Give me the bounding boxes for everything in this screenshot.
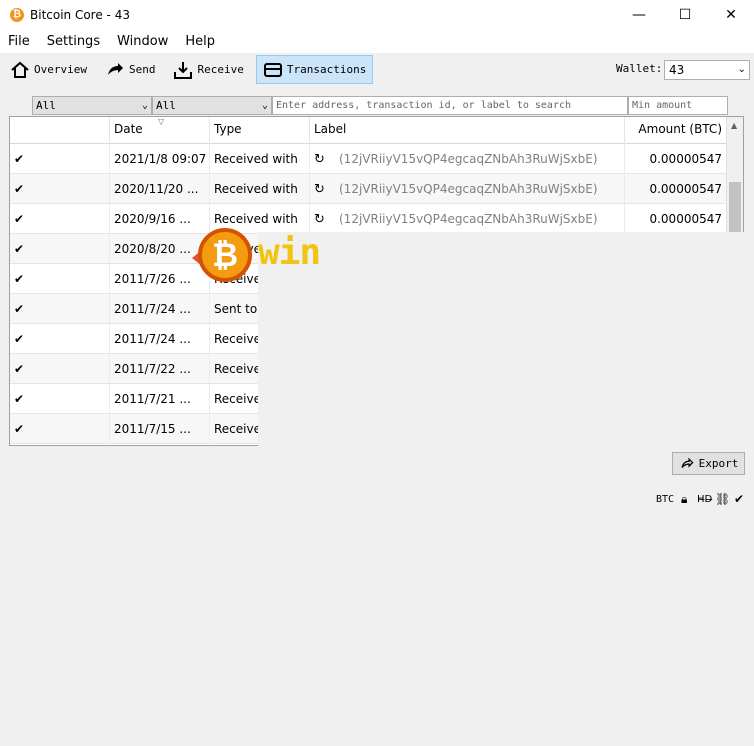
minimize-button[interactable]: —	[616, 0, 662, 29]
row-amount: 0.00000547	[649, 152, 722, 166]
menu-help[interactable]: Help	[185, 34, 215, 49]
filter-bar: All ⌄ All ⌄ Enter address, transaction i…	[0, 96, 754, 116]
menu-settings[interactable]: Settings	[47, 34, 100, 49]
export-arrow-icon	[681, 457, 694, 468]
status-check-icon: ✔	[10, 414, 110, 444]
status-check-icon: ✔	[10, 264, 110, 294]
hd-disabled-icon: H̶D̶	[697, 494, 713, 505]
status-check-icon: ✔	[10, 204, 110, 234]
status-check-icon: ✔	[10, 324, 110, 354]
watermark-coin-icon: ₿	[198, 228, 252, 282]
row-type: Received with	[210, 144, 310, 174]
row-date: 2021/1/8 09:07	[110, 144, 210, 174]
min-amount-input[interactable]: Min amount	[628, 96, 728, 115]
watermark: ₿ wallet-dat.win	[192, 224, 754, 746]
table-row[interactable]: ✔ 2021/1/8 09:07 Received with ↻ (12jVRiiyV1…	[10, 144, 726, 174]
close-button[interactable]: ✕	[708, 0, 754, 29]
menu-file[interactable]: File	[8, 34, 30, 49]
row-date: 2011/7/15 ...	[110, 414, 210, 444]
watermark-text: wallet-dat.win	[258, 232, 754, 746]
row-label: ↻(12jVRiiyV15vQP4egcaqZNbAh3RuWjSxbE)	[310, 174, 625, 204]
row-date: 2011/7/24 ...	[110, 324, 210, 354]
search-input[interactable]: Enter address, transaction id, or label …	[272, 96, 628, 115]
row-date: 2011/7/21 ...	[110, 384, 210, 414]
menu-window[interactable]: Window	[117, 34, 168, 49]
home-icon	[10, 60, 30, 80]
wallet-selector[interactable]: 43 ⌄	[664, 60, 750, 80]
receive-button[interactable]: Receive	[167, 55, 249, 84]
status-bar: BTC 🔒︎ H̶D̶ ⛓ ✔	[0, 486, 754, 514]
received-icon: ↻	[314, 152, 325, 167]
date-filter-select[interactable]: All ⌄	[32, 96, 152, 115]
title-bar: ₿ Bitcoin Core - 43 — ☐ ✕	[0, 0, 754, 29]
sync-check-icon: ✔	[734, 492, 745, 506]
credit-card-icon	[263, 60, 283, 80]
status-check-icon: ✔	[10, 354, 110, 384]
header-status[interactable]	[10, 117, 110, 144]
status-check-icon: ✔	[10, 144, 110, 174]
send-button[interactable]: Send	[99, 55, 162, 84]
header-label[interactable]: Label	[310, 117, 625, 144]
status-check-icon: ✔	[10, 294, 110, 324]
chevron-down-icon: ⌄	[141, 100, 148, 111]
bitcoin-app-icon: ₿	[10, 7, 24, 22]
overview-button[interactable]: Overview	[4, 55, 93, 84]
menu-bar: File Settings Window Help	[0, 29, 754, 53]
row-date: 2020/11/20 ...	[110, 174, 210, 204]
row-amount: 0.00000547	[649, 182, 722, 196]
transactions-button[interactable]: Transactions	[255, 55, 374, 84]
maximize-button[interactable]: ☐	[662, 0, 708, 29]
status-check-icon: ✔	[10, 384, 110, 414]
row-type: Received with	[210, 174, 310, 204]
main-window: ₿ Bitcoin Core - 43 — ☐ ✕ File Settings …	[0, 0, 754, 746]
received-icon: ↻	[314, 182, 325, 197]
export-button[interactable]: Export	[672, 452, 745, 475]
sort-down-icon: ▽	[158, 117, 165, 126]
window-title: Bitcoin Core - 43	[30, 7, 130, 22]
send-arrow-icon	[105, 60, 125, 80]
lock-icon: 🔒︎	[681, 492, 688, 506]
scroll-up-icon[interactable]: ▲	[731, 121, 737, 130]
status-check-icon: ✔	[10, 234, 110, 264]
row-label: ↻(12jVRiiyV15vQP4egcaqZNbAh3RuWjSxbE)	[310, 144, 625, 174]
table-header: Date ▽ Type Label Amount (BTC)	[10, 117, 726, 144]
header-amount[interactable]: Amount (BTC)	[625, 117, 726, 144]
receive-tray-icon	[173, 60, 193, 80]
row-amount: 0.00000547	[649, 212, 722, 226]
unit-label[interactable]: BTC	[656, 494, 674, 505]
row-date: 2011/7/22 ...	[110, 354, 210, 384]
network-icon[interactable]: ⛓	[715, 492, 730, 506]
status-check-icon: ✔	[10, 174, 110, 204]
wallet-label: Wallet:	[616, 62, 663, 75]
row-date: 2011/7/24 ...	[110, 294, 210, 324]
type-filter-select[interactable]: All ⌄	[152, 96, 272, 115]
header-type[interactable]: Type	[210, 117, 310, 144]
table-row[interactable]: ✔ 2020/11/20 ... Received with ↻ (12jVRiiyV1…	[10, 174, 726, 204]
chevron-down-icon: ⌄	[737, 64, 746, 75]
chevron-down-icon: ⌄	[261, 100, 268, 111]
